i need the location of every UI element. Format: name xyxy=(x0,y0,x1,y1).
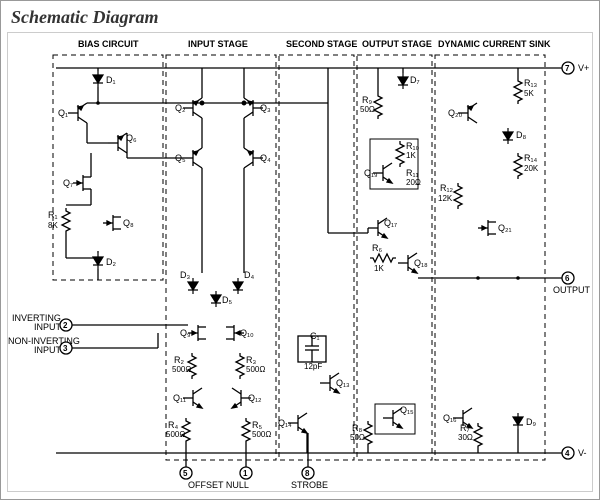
diagram-title: Schematic Diagram xyxy=(1,1,599,30)
label-output: OUTPUT xyxy=(553,285,591,295)
svg-text:8K: 8K xyxy=(48,221,58,230)
svg-text:R₄: R₄ xyxy=(168,420,178,430)
svg-text:D₅: D₅ xyxy=(222,295,232,305)
svg-text:INPUT: INPUT xyxy=(34,345,62,355)
svg-text:Q₆: Q₆ xyxy=(126,133,137,143)
svg-text:12pF: 12pF xyxy=(304,362,322,371)
svg-text:R₁₀: R₁₀ xyxy=(406,141,420,151)
svg-text:INPUT: INPUT xyxy=(34,322,62,332)
rails xyxy=(56,68,568,453)
svg-text:Q₉: Q₉ xyxy=(180,328,191,338)
pin-4: 4 xyxy=(565,449,570,458)
svg-text:1K: 1K xyxy=(374,264,384,273)
heading-input: INPUT STAGE xyxy=(188,39,248,49)
svg-text:500Ω: 500Ω xyxy=(252,430,271,439)
svg-text:Q₂₀: Q₂₀ xyxy=(448,108,462,118)
svg-text:1K: 1K xyxy=(406,151,416,160)
svg-text:50Ω: 50Ω xyxy=(350,433,365,442)
bias-circuit: D₁ Q₁ Q₆ Q₇ R₁8K Q₈ D₂ xyxy=(48,68,158,280)
svg-text:R₁₄: R₁₄ xyxy=(524,153,538,163)
svg-text:C₁: C₁ xyxy=(310,331,320,341)
pin-5: 5 xyxy=(183,469,188,478)
label-vminus: V- xyxy=(578,448,587,458)
svg-text:D₂: D₂ xyxy=(106,257,116,267)
svg-text:R₇: R₇ xyxy=(460,423,470,433)
svg-text:D₃: D₃ xyxy=(180,270,190,280)
svg-text:5K: 5K xyxy=(524,89,534,98)
svg-text:Q₁₅: Q₁₅ xyxy=(400,405,414,415)
svg-text:D₉: D₉ xyxy=(526,417,536,427)
heading-second: SECOND STAGE xyxy=(286,39,357,49)
svg-text:R₈: R₈ xyxy=(352,423,362,433)
schematic-svg: BIAS CIRCUIT INPUT STAGE SECOND STAGE OU… xyxy=(8,33,592,491)
svg-text:R₉: R₉ xyxy=(362,95,372,105)
pin-6: 6 xyxy=(565,274,570,283)
svg-text:R₅: R₅ xyxy=(252,420,262,430)
svg-text:50Ω: 50Ω xyxy=(360,105,375,114)
svg-text:Q₂₁: Q₂₁ xyxy=(498,223,512,233)
svg-text:20Ω: 20Ω xyxy=(406,178,421,187)
pin-7: 7 xyxy=(565,64,570,73)
input-stage: Q₂ Q₃ Q₅ Q₄ D₃ D₄ D₅ Q₉ Q₁₀ R₂500Ω R₃50 xyxy=(127,68,271,453)
svg-text:R₁₂: R₁₂ xyxy=(440,183,454,193)
svg-text:Q₁₇: Q₁₇ xyxy=(384,218,397,228)
svg-text:R₁₃: R₁₃ xyxy=(524,78,538,88)
svg-text:Q₈: Q₈ xyxy=(123,218,134,228)
svg-text:Q₂: Q₂ xyxy=(175,103,186,113)
svg-text:R₂: R₂ xyxy=(174,355,184,365)
heading-sink: DYNAMIC CURRENT SINK xyxy=(438,39,551,49)
svg-text:Q₄: Q₄ xyxy=(260,153,271,163)
label-vplus: V+ xyxy=(578,63,589,73)
section-boxes xyxy=(53,55,545,460)
svg-text:Q₁₂: Q₁₂ xyxy=(248,393,262,403)
svg-text:500Ω: 500Ω xyxy=(166,430,185,439)
svg-text:Q₁₃: Q₁₃ xyxy=(336,378,350,388)
svg-text:30Ω: 30Ω xyxy=(458,433,473,442)
pin-1: 1 xyxy=(243,469,248,478)
schematic-container: BIAS CIRCUIT INPUT STAGE SECOND STAGE OU… xyxy=(7,32,593,492)
svg-text:Q₁₁: Q₁₁ xyxy=(173,393,186,403)
svg-text:500Ω: 500Ω xyxy=(246,365,265,374)
svg-text:R₃: R₃ xyxy=(246,355,256,365)
svg-text:D₈: D₈ xyxy=(516,130,526,140)
svg-text:D₇: D₇ xyxy=(410,75,420,85)
svg-text:R₁₁: R₁₁ xyxy=(406,168,419,178)
svg-text:D₁: D₁ xyxy=(106,75,116,85)
svg-text:12K: 12K xyxy=(438,194,453,203)
svg-text:Q₇: Q₇ xyxy=(63,178,73,188)
svg-text:D₄: D₄ xyxy=(244,270,254,280)
second-stage: C₁ 12pF Q₁₃ Q₁₄ xyxy=(278,68,350,453)
current-sink: R₁₃5K Q₂₀ D₈ R₁₄20K R₁₂12K Q₂₁ Q₁₆ D₉ R₇… xyxy=(438,68,539,453)
svg-text:R₁: R₁ xyxy=(48,210,58,220)
label-offset: OFFSET NULL xyxy=(188,480,249,490)
heading-output: OUTPUT STAGE xyxy=(362,39,432,49)
svg-text:Q₁: Q₁ xyxy=(58,108,68,118)
svg-text:Q₁₀: Q₁₀ xyxy=(240,328,254,338)
svg-text:Q₁₄: Q₁₄ xyxy=(278,418,292,428)
svg-text:Q₁₉: Q₁₉ xyxy=(364,168,378,178)
svg-text:Q₁₆: Q₁₆ xyxy=(443,413,457,423)
label-strobe: STROBE xyxy=(291,480,328,490)
svg-text:Q₁₈: Q₁₈ xyxy=(414,258,428,268)
heading-bias: BIAS CIRCUIT xyxy=(78,39,139,49)
svg-text:Q₃: Q₃ xyxy=(260,103,271,113)
svg-text:500Ω: 500Ω xyxy=(172,365,191,374)
pin-8: 8 xyxy=(305,469,310,478)
output-stage: D₇ R₉50Ω R₁₀1K Q₁₉ R₁₁20Ω Q₁₇ R₆1K Q₁₈ xyxy=(350,68,428,453)
pin-2: 2 xyxy=(63,321,68,330)
svg-text:R₆: R₆ xyxy=(372,243,382,253)
svg-text:20K: 20K xyxy=(524,164,539,173)
pin-3: 3 xyxy=(63,344,68,353)
